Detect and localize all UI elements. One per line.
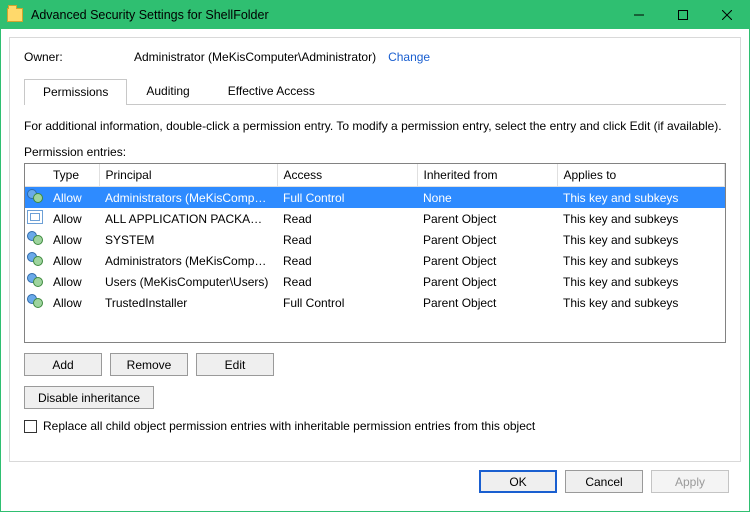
column-headers[interactable]: Type Principal Access Inherited from App… bbox=[25, 164, 725, 187]
edit-button[interactable]: Edit bbox=[196, 353, 274, 376]
tabs: Permissions Auditing Effective Access bbox=[24, 78, 726, 105]
cell-type: Allow bbox=[47, 250, 99, 271]
col-applies[interactable]: Applies to bbox=[557, 164, 725, 187]
tab-auditing[interactable]: Auditing bbox=[127, 78, 208, 104]
replace-checkbox[interactable] bbox=[24, 420, 37, 433]
cell-inherited: Parent Object bbox=[417, 250, 557, 271]
cancel-button[interactable]: Cancel bbox=[565, 470, 643, 493]
security-settings-window: Advanced Security Settings for ShellFold… bbox=[0, 0, 750, 512]
users-icon bbox=[27, 294, 43, 308]
table-row[interactable]: AllowSYSTEMReadParent ObjectThis key and… bbox=[25, 229, 725, 250]
cell-principal: Users (MeKisComputer\Users) bbox=[99, 271, 277, 292]
cell-access: Full Control bbox=[277, 292, 417, 313]
cell-principal: TrustedInstaller bbox=[99, 292, 277, 313]
package-icon bbox=[27, 210, 43, 224]
cell-type: Allow bbox=[47, 229, 99, 250]
close-button[interactable] bbox=[705, 1, 749, 29]
cell-type: Allow bbox=[47, 271, 99, 292]
cell-applies: This key and subkeys bbox=[557, 187, 725, 209]
table-row[interactable]: AllowAdministrators (MeKisCompu…Full Con… bbox=[25, 187, 725, 209]
tab-effective-access[interactable]: Effective Access bbox=[209, 78, 334, 104]
cell-principal: Administrators (MeKisComput… bbox=[99, 250, 277, 271]
titlebar[interactable]: Advanced Security Settings for ShellFold… bbox=[1, 1, 749, 29]
cell-inherited: Parent Object bbox=[417, 229, 557, 250]
remove-button[interactable]: Remove bbox=[110, 353, 188, 376]
info-text: For additional information, double-click… bbox=[24, 119, 726, 133]
col-principal[interactable]: Principal bbox=[99, 164, 277, 187]
cell-inherited: Parent Object bbox=[417, 292, 557, 313]
owner-row: Owner: Administrator (MeKisComputer\Admi… bbox=[24, 50, 726, 64]
dialog-footer: OK Cancel Apply bbox=[9, 462, 741, 503]
cell-principal: SYSTEM bbox=[99, 229, 277, 250]
owner-label: Owner: bbox=[24, 50, 134, 64]
users-icon bbox=[27, 252, 43, 266]
col-inherited[interactable]: Inherited from bbox=[417, 164, 557, 187]
cell-access: Read bbox=[277, 250, 417, 271]
col-type[interactable]: Type bbox=[47, 164, 99, 187]
users-icon bbox=[27, 189, 43, 203]
replace-checkbox-row[interactable]: Replace all child object permission entr… bbox=[24, 419, 726, 433]
entries-label: Permission entries: bbox=[24, 145, 726, 159]
cell-inherited: Parent Object bbox=[417, 208, 557, 229]
maximize-button[interactable] bbox=[661, 1, 705, 29]
change-owner-link[interactable]: Change bbox=[388, 50, 430, 64]
cell-type: Allow bbox=[47, 292, 99, 313]
tab-permissions[interactable]: Permissions bbox=[24, 79, 127, 105]
cell-applies: This key and subkeys bbox=[557, 229, 725, 250]
cell-type: Allow bbox=[47, 187, 99, 209]
cell-type: Allow bbox=[47, 208, 99, 229]
cell-applies: This key and subkeys bbox=[557, 271, 725, 292]
owner-value: Administrator (MeKisComputer\Administrat… bbox=[134, 50, 376, 64]
cell-applies: This key and subkeys bbox=[557, 208, 725, 229]
col-access[interactable]: Access bbox=[277, 164, 417, 187]
users-icon bbox=[27, 231, 43, 245]
cell-access: Full Control bbox=[277, 187, 417, 209]
apply-button: Apply bbox=[651, 470, 729, 493]
cell-inherited: Parent Object bbox=[417, 271, 557, 292]
permission-grid[interactable]: Type Principal Access Inherited from App… bbox=[24, 163, 726, 343]
replace-checkbox-label: Replace all child object permission entr… bbox=[43, 419, 535, 433]
table-row[interactable]: AllowTrustedInstallerFull ControlParent … bbox=[25, 292, 725, 313]
users-icon bbox=[27, 273, 43, 287]
window-title: Advanced Security Settings for ShellFold… bbox=[31, 8, 269, 22]
cell-access: Read bbox=[277, 208, 417, 229]
ok-button[interactable]: OK bbox=[479, 470, 557, 493]
cell-access: Read bbox=[277, 271, 417, 292]
cell-inherited: None bbox=[417, 187, 557, 209]
minimize-button[interactable] bbox=[617, 1, 661, 29]
cell-principal: ALL APPLICATION PACKAGES bbox=[99, 208, 277, 229]
table-row[interactable]: AllowAdministrators (MeKisComput…ReadPar… bbox=[25, 250, 725, 271]
cell-applies: This key and subkeys bbox=[557, 250, 725, 271]
disable-inheritance-button[interactable]: Disable inheritance bbox=[24, 386, 154, 409]
table-row[interactable]: AllowUsers (MeKisComputer\Users)ReadPare… bbox=[25, 271, 725, 292]
cell-access: Read bbox=[277, 229, 417, 250]
table-row[interactable]: AllowALL APPLICATION PACKAGESReadParent … bbox=[25, 208, 725, 229]
folder-icon bbox=[7, 8, 23, 22]
cell-principal: Administrators (MeKisCompu… bbox=[99, 187, 277, 209]
add-button[interactable]: Add bbox=[24, 353, 102, 376]
cell-applies: This key and subkeys bbox=[557, 292, 725, 313]
